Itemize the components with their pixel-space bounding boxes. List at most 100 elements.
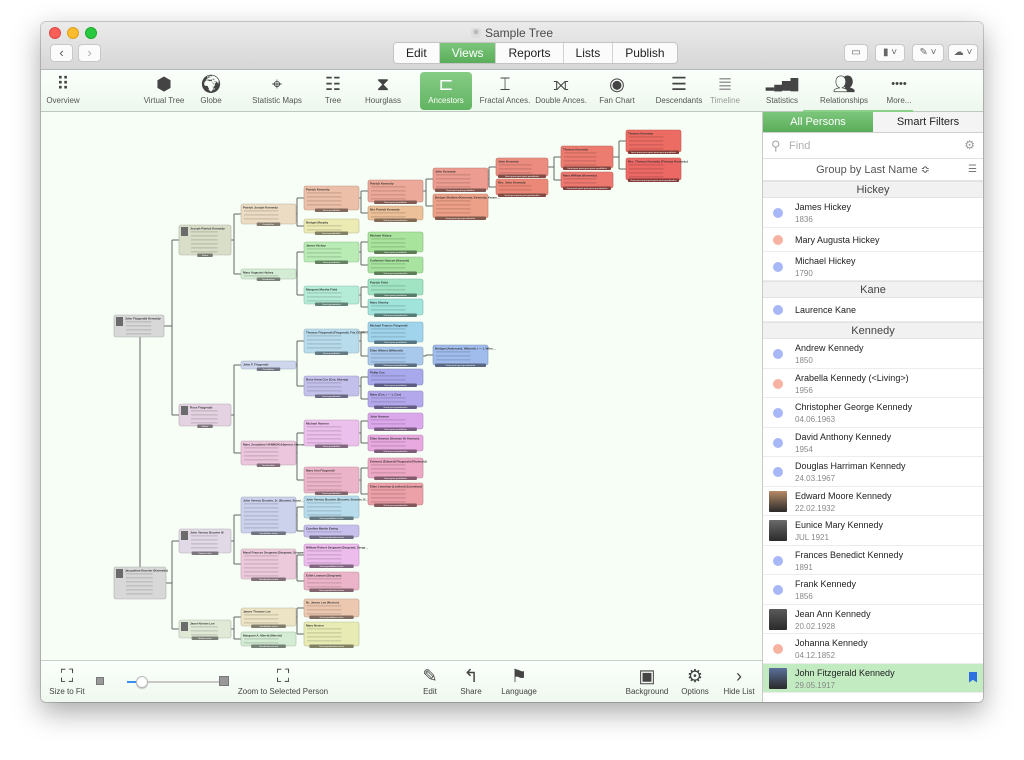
list-item[interactable]: Frank Kennedy 1856	[763, 575, 983, 605]
list-item[interactable]: Michael Hickey 1790	[763, 252, 983, 281]
tree-node-jl[interactable]: Dr. James Lee (Norton) Great grandfather-…	[303, 598, 360, 619]
mode-views[interactable]: Views	[439, 43, 497, 63]
list-item[interactable]: Christopher George Kennedy 04.06.1963	[763, 398, 983, 428]
list-item[interactable]: Laurence Kane	[763, 298, 983, 322]
list-item[interactable]: Douglas Harriman Kennedy 24.03.1967	[763, 457, 983, 487]
tree-node-mpk[interactable]: Mrs Patrick Kennedy Great great grandmoth…	[367, 205, 424, 222]
zoom-to-selected-button[interactable]: ⛶ Zoom to Selected Person	[237, 665, 329, 697]
tree-node-bsk[interactable]: Bridget Shallow (Kennedy, Kennedy, Kenne…	[432, 193, 500, 220]
tree-node-jh[interactable]: James Hickey Great grandfather	[303, 241, 360, 264]
list-item[interactable]: David Anthony Kennedy 1954	[763, 428, 983, 457]
view-overview[interactable]: ⠿ Overview	[45, 72, 81, 110]
share-button[interactable]: ↰ Share	[459, 665, 483, 697]
view-virtual-tree[interactable]: ⬢ Virtual Tree	[139, 72, 189, 110]
tree-node-mh[interactable]: Michael Hannon Great grandfather	[303, 419, 360, 448]
tree-node-rac[interactable]: Rose Anna Cox (Cox, Murray) Great grandmo…	[303, 375, 360, 398]
list-item[interactable]: John Fitzgerald Kennedy 29.05.1917	[763, 663, 983, 693]
tree-node-mtk[interactable]: Mrs. Thomas Kennedy (Thomas Kennedy) Grea…	[625, 157, 688, 182]
view-more[interactable]: •••• More...	[879, 72, 919, 110]
group-by-selector[interactable]: Group by Last Name ≎ ☰	[763, 159, 983, 181]
person-list[interactable]: Hickey James Hickey 1836 Mary Augusta Hicke…	[763, 181, 983, 702]
tree-node-tf[interactable]: Thomas Fitzgerald (Fitzgerald, Fitz GERA…	[303, 328, 368, 355]
zoom-out-icon[interactable]	[96, 677, 104, 685]
tree-node-mah[interactable]: Mary Augusta Hickey Grandmother	[240, 268, 297, 281]
zoom-in-icon[interactable]	[219, 676, 229, 686]
list-item[interactable]: Andrew Kennedy 1850	[763, 339, 983, 369]
search-options-gear-icon[interactable]: ⚙	[964, 138, 975, 152]
tree-node-pc[interactable]: Philip Cox Great great grandfather	[367, 368, 424, 387]
options-button[interactable]: ⚙ Options	[679, 665, 711, 697]
language-button[interactable]: ⚑ Language	[499, 665, 539, 697]
mode-edit[interactable]: Edit	[394, 43, 440, 63]
tree-node-wrs[interactable]: William Robert Sergeant (Sergeant, Serge…	[303, 543, 368, 568]
tree-node-jpk[interactable]: Joseph Patrick Kennedy Father	[178, 224, 232, 257]
tree-node-ehn[interactable]: Ellen Hannon (Hannan Or Hannon) Great gre…	[367, 434, 424, 453]
list-item[interactable]: Johanna Kennedy 04.12.1852	[763, 634, 983, 664]
mode-lists[interactable]: Lists	[564, 43, 614, 63]
mode-publish[interactable]: Publish	[613, 43, 676, 63]
view-hourglass[interactable]: ⧗ Hourglass	[361, 72, 405, 110]
tree-node-maf[interactable]: Mary Ann Fitzgerald Great grandmother	[303, 466, 360, 495]
tree-node-eef[interactable]: Edmond (Edward) Fitzgerald (Fitzlerald) G…	[367, 457, 427, 480]
view-globe[interactable]: 🌍︎ Globe	[191, 72, 231, 110]
tree-node-jtl[interactable]: James Thomas Lee Grandfather-in-law	[240, 607, 297, 628]
list-item[interactable]: Edward Moore Kennedy 22.02.1932	[763, 487, 983, 516]
tree-node-jff[interactable]: John F. FitzgeraldGrandfather	[240, 360, 297, 371]
edit-button[interactable]: ✎ Edit	[418, 665, 442, 697]
tree-node-rfk[interactable]: Rose Fitzgerald Mother	[178, 403, 232, 428]
tree-node-mc[interactable]: Mary (Cox, / — ), Cox) Great great grandm…	[367, 390, 424, 409]
tree-node-cme[interactable]: Caroline Maslin Ewing Great grandmother-i…	[303, 524, 360, 539]
tree-node-pjk[interactable]: Patrick Joseph Kennedy Grandfather	[240, 203, 297, 226]
tree-node-jk[interactable]: John Kennedy Great great great grandfathe…	[432, 167, 489, 192]
bookmark-icon[interactable]	[969, 671, 977, 683]
zoom-slider-thumb[interactable]	[136, 676, 148, 688]
mode-reports[interactable]: Reports	[496, 43, 564, 63]
view-ancestors[interactable]: ⊏ Ancestors	[420, 72, 472, 110]
hide-list-button[interactable]: › Hide List	[721, 665, 757, 697]
tree-node-mjk[interactable]: Mrs. John Kennedy Great great great great…	[495, 178, 549, 197]
tree-node-mhk[interactable]: Michael Hickey Great great grandfather	[367, 231, 424, 254]
tree-node-jk2[interactable]: John Kennedy Great great great great gran…	[495, 157, 549, 178]
list-item[interactable]: Eunice Mary Kennedy JUL 1921	[763, 516, 983, 546]
window-icon[interactable]: ▭	[844, 44, 868, 62]
view-fractal-ances[interactable]: ⌶ Fractal Ances.	[477, 72, 533, 110]
tree-node-els[interactable]: Edith Leaman (Sergeant) Great grandmother…	[303, 571, 360, 592]
tree-node-ell[interactable]: Ellen Linnehan (Lenihan) (Linnehan) Great…	[367, 482, 424, 507]
tree-node-jhn[interactable]: John Hannon Great great grandfather	[367, 412, 424, 431]
tree-node-jfk[interactable]: John Fitzgerald Kennedy	[113, 314, 165, 338]
tree-node-mjh[interactable]: Mary Josephine HANNON (Hannon, Hannan, H…	[240, 440, 312, 467]
tree-node-mn[interactable]: Mary Norton Great grandmother-in-law	[303, 621, 360, 648]
view-statistics[interactable]: ▂▄▆█ Statistics	[763, 72, 801, 110]
tree-node-pf[interactable]: Patrick Field Great great grandfather	[367, 278, 424, 297]
tree-node-jvb2[interactable]: John Vernou Bouvier, Jr. (Bouvier, Bouvi…	[240, 496, 304, 535]
list-item[interactable]: Frances Benedict Kennedy 1891	[763, 546, 983, 575]
bookmark-menu-icon[interactable]: ▮ ˅	[875, 44, 905, 62]
tree-node-ms[interactable]: Mary Sheehy Great great grandmother	[367, 298, 424, 317]
cloud-menu-icon[interactable]: ☁ ˅	[948, 44, 978, 62]
tree-node-jnl[interactable]: Janet Norton Lee Mother-in-law	[178, 619, 232, 640]
tree-node-pk[interactable]: Patrick Kennedy Great grandfather	[303, 185, 360, 212]
view-relationships[interactable]: 👥︎ Relationships	[816, 72, 872, 110]
tree-node-mfs[interactable]: Maud Frances Sergeant (Sergeant, Sergean…	[240, 548, 308, 581]
tree-node-bsw[interactable]: Bridget (Andersen), Wilmoth, / — ), Wilm…	[432, 344, 496, 367]
view-tree[interactable]: ☷ Tree	[313, 72, 353, 110]
tree-node-mmf[interactable]: Margaret Martha Field Great grandmother	[303, 285, 360, 306]
tree-node-jvbb[interactable]: John Vernou Bouvier (Bouvier, Bouvier, B…	[303, 495, 369, 520]
tree-node-jbk[interactable]: Jacqueline Bouvier (Kennedy)	[113, 566, 168, 600]
tree-node-ewf[interactable]: Ellen Wilmot (Wilmoth) Great great grandm…	[367, 346, 424, 367]
tree-node-pk2[interactable]: Patrick Kennedy Great great grandfather	[367, 179, 424, 204]
tab-all-persons[interactable]: All Persons	[763, 112, 873, 133]
list-item[interactable]: James Hickey 1836	[763, 198, 983, 228]
tree-node-tk[interactable]: Thomas Kennedy Great great great great gr…	[560, 145, 614, 170]
view-timeline[interactable]: ≣ Timeline	[707, 72, 743, 110]
tree-node-jvb[interactable]: John Vernou Bouvier III Father-in-law	[178, 528, 232, 555]
tag-menu-icon[interactable]: ✎ ˅	[912, 44, 944, 62]
view-fan-chart[interactable]: ◉ Fan Chart	[596, 72, 638, 110]
zoom-slider[interactable]	[127, 676, 227, 688]
tree-node-mwk[interactable]: Mary William (Kennedy) Great great great …	[560, 171, 614, 190]
view-statistic-maps[interactable]: ⌖ Statistic Maps	[249, 72, 305, 110]
list-item[interactable]: Jean Ann Kennedy 20.02.1928	[763, 605, 983, 634]
list-item[interactable]: Mary Augusta Hickey	[763, 228, 983, 252]
list-item[interactable]: Arabella Kennedy (<Living>) 1956	[763, 369, 983, 398]
back-button[interactable]: ‹	[50, 44, 73, 62]
